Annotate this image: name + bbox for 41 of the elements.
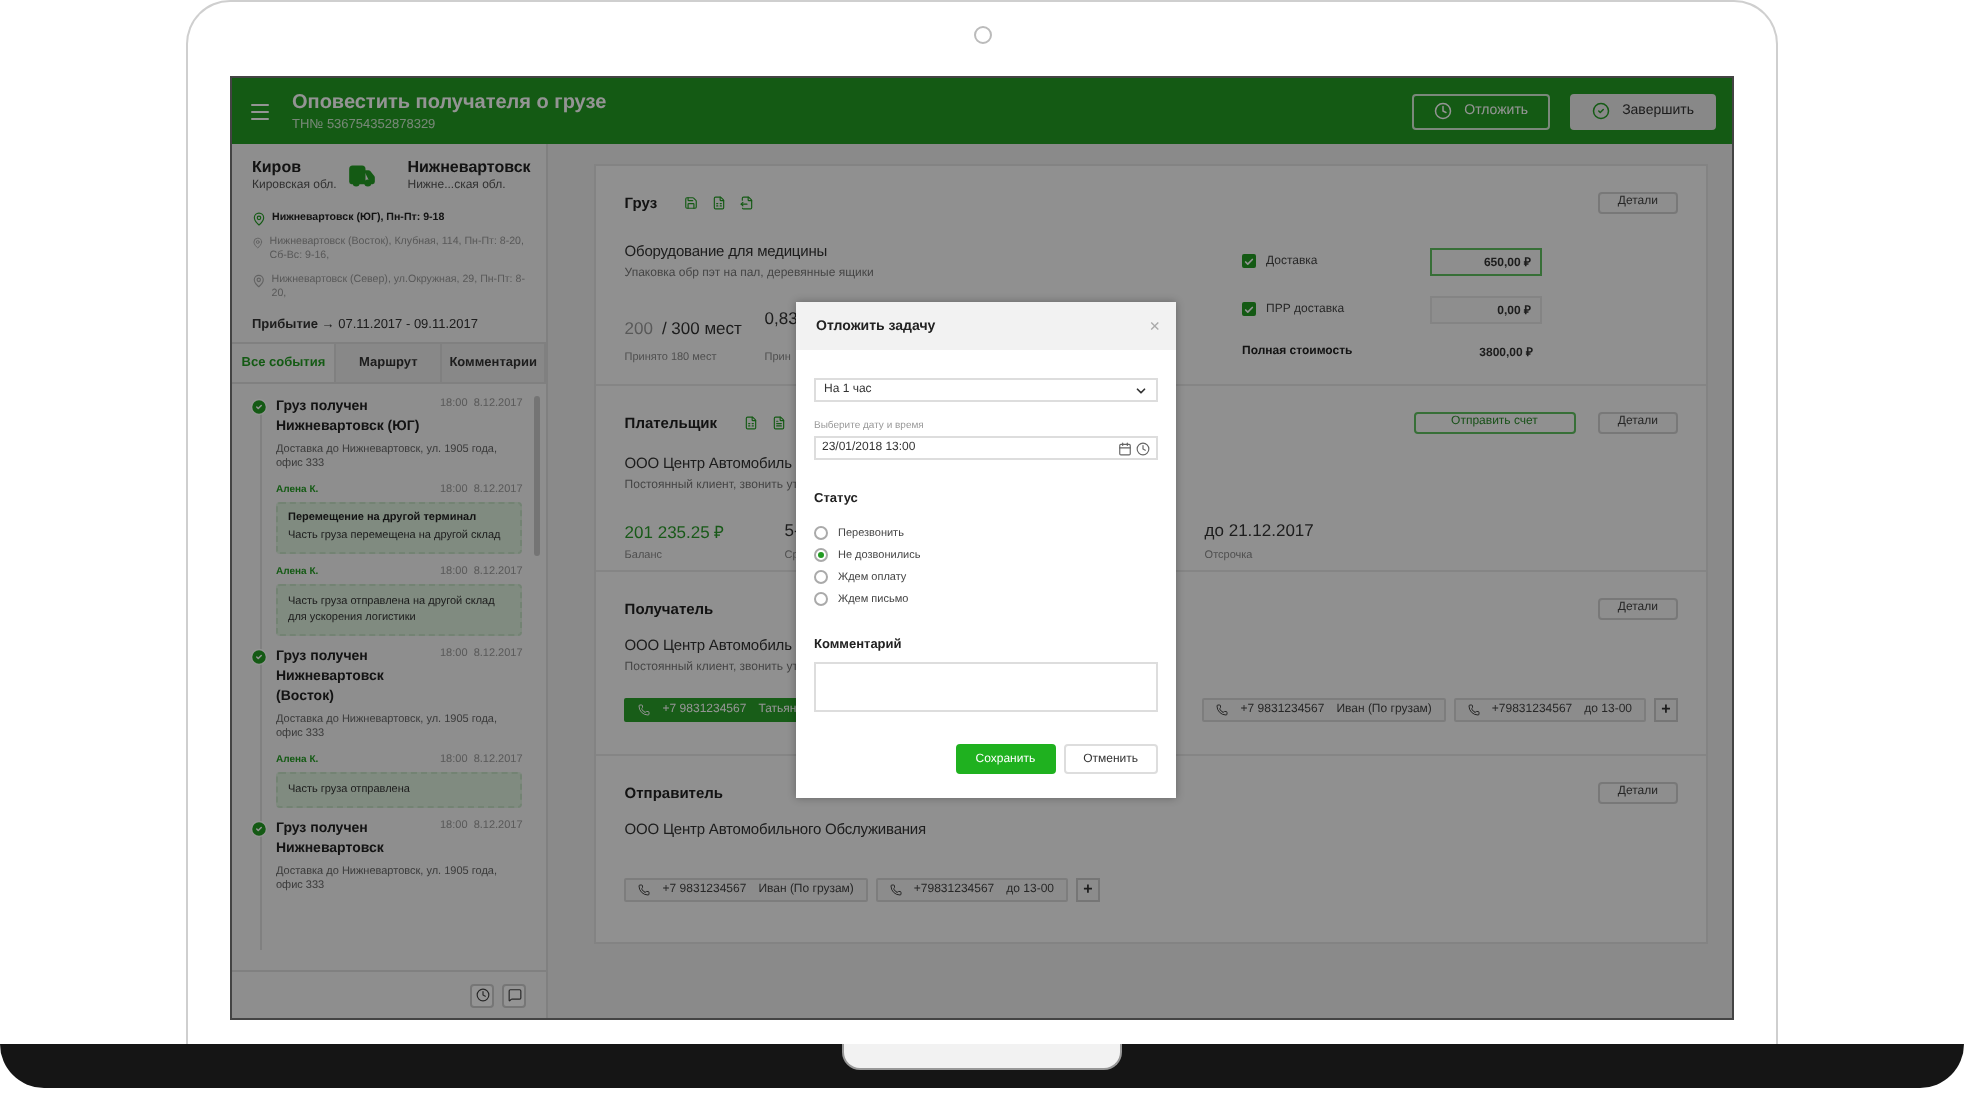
add-button[interactable]: + bbox=[1654, 698, 1678, 722]
map-pin-icon bbox=[252, 212, 266, 226]
map-pin-icon bbox=[252, 236, 264, 250]
comment-field[interactable] bbox=[814, 662, 1158, 712]
calendar-icon bbox=[1118, 441, 1132, 455]
comment-button[interactable] bbox=[502, 983, 527, 1007]
map-pin-icon bbox=[252, 274, 266, 288]
volume-value: 0,83 bbox=[764, 308, 798, 332]
clock-button[interactable] bbox=[470, 983, 495, 1007]
city-name: Нижневартовск bbox=[407, 158, 531, 176]
check-circle-icon bbox=[250, 820, 268, 838]
check-circle-icon bbox=[250, 648, 268, 666]
spreadsheet-icon bbox=[711, 195, 726, 209]
spreadsheet-icon bbox=[743, 415, 758, 429]
clock-icon bbox=[1434, 102, 1453, 120]
camera-icon bbox=[973, 26, 991, 44]
phone-icon bbox=[1216, 704, 1229, 716]
truck-icon bbox=[347, 161, 376, 189]
radio-button[interactable] bbox=[814, 526, 828, 540]
stat-value: 201 235.25 ₽ bbox=[624, 520, 725, 542]
check-circle-icon bbox=[250, 398, 268, 416]
city-name: Киров bbox=[252, 158, 303, 176]
check-circle-icon bbox=[1592, 102, 1611, 120]
radio-button[interactable] bbox=[814, 592, 828, 606]
add-button[interactable]: + bbox=[1076, 878, 1100, 902]
export-icon bbox=[739, 195, 754, 209]
page-title: Оповестить получателя о грузе bbox=[292, 91, 607, 113]
clock-icon bbox=[1136, 441, 1150, 455]
phone-icon bbox=[638, 704, 651, 716]
radio-button[interactable] bbox=[814, 570, 828, 584]
phone-icon bbox=[638, 884, 651, 896]
menu-icon bbox=[248, 99, 272, 123]
clock-icon bbox=[475, 988, 490, 1002]
checkbox[interactable] bbox=[1242, 302, 1256, 316]
message-icon bbox=[507, 988, 522, 1002]
phone-icon bbox=[889, 884, 902, 896]
checkbox[interactable] bbox=[1242, 254, 1256, 268]
caret-icon bbox=[1134, 383, 1148, 397]
phone-icon bbox=[1467, 704, 1480, 716]
stat-value: до 21.12.2017 bbox=[1204, 520, 1314, 542]
radio-button[interactable] bbox=[814, 548, 828, 562]
